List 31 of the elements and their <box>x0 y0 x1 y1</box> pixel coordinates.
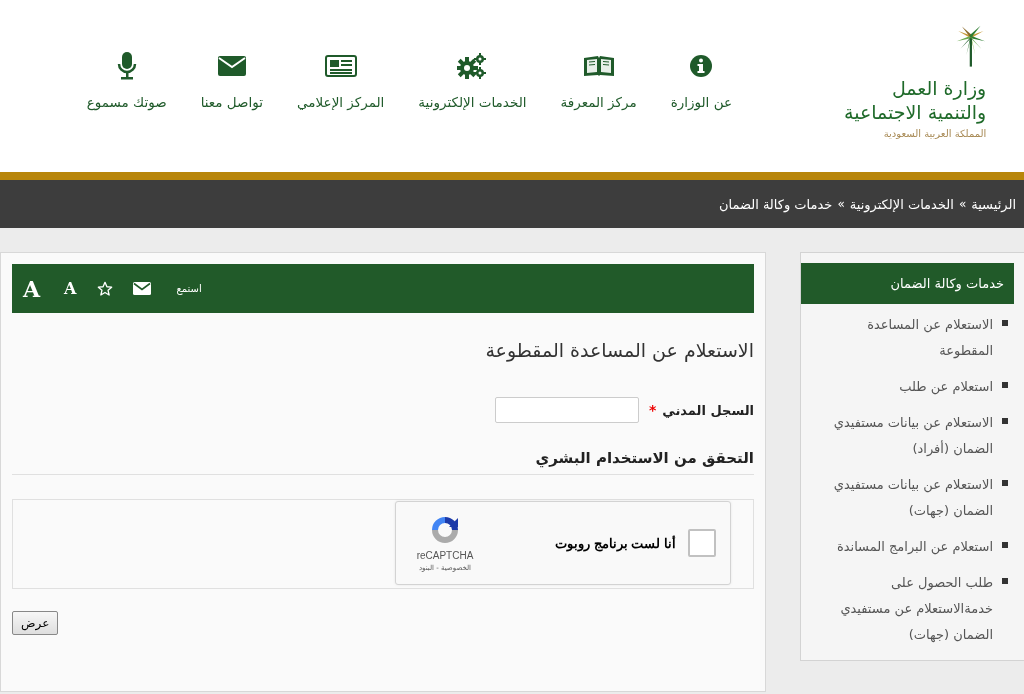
sidebar-link[interactable]: الاستعلام عن بيانات مستفيدي الضمان (جهات) <box>817 472 993 524</box>
listen-link[interactable]: استمع <box>176 283 202 294</box>
field-label: السجل المدني <box>662 402 754 418</box>
sidebar-link[interactable]: طلب الحصول على خدمةالاستعلام عن مستفيدي الضمان (جهات) <box>817 570 993 648</box>
nav-link[interactable]: الخدمات الإلكترونية <box>418 52 527 110</box>
breadcrumb-link[interactable]: الخدمات الإلكترونية <box>849 196 954 212</box>
sidebar-link[interactable]: استعلام عن البرامج المساندة <box>817 534 993 560</box>
nav-link[interactable]: المركز الإعلامي <box>297 52 385 110</box>
nav-link[interactable]: صوتك مسموع <box>86 52 167 110</box>
breadcrumb-separator: » <box>958 197 967 211</box>
section-heading: التحقق من الاستخدام البشري <box>12 449 754 475</box>
sidebar-link[interactable]: الاستعلام عن المساعدة المقطوعة <box>817 312 993 364</box>
increase-font-button[interactable]: A <box>23 275 41 302</box>
sidebar-link[interactable]: استعلام عن طلب <box>817 374 993 400</box>
breadcrumb-link[interactable]: خدمات وكالة الضمان <box>718 196 833 212</box>
sidebar-link[interactable]: الاستعلام عن بيانات مستفيدي الضمان (أفراد) <box>817 410 993 462</box>
recaptcha-label: reCAPTCHA <box>416 550 474 561</box>
ministry-name: والتنمية الاجتماعية <box>844 100 987 124</box>
checkbox-label: أنا لست برنامج روبوت <box>555 535 676 551</box>
country-name: المملكة العربية السعودية <box>883 128 987 139</box>
nav-link[interactable]: تواصل معنا <box>200 52 264 110</box>
nav-link[interactable]: مركز المعرفة <box>560 52 637 110</box>
required-mark: * <box>649 402 657 418</box>
submit-button[interactable]: عرض <box>12 611 59 635</box>
page-title: الاستعلام عن المساعدة المقطوعة <box>484 339 754 361</box>
nav-link[interactable]: عن الوزارة <box>670 52 732 110</box>
ministry-name: وزارة العمل <box>891 76 987 100</box>
sidebar-heading: خدمات وكالة الضمان <box>801 263 1014 304</box>
breadcrumb-link[interactable]: الرئيسية <box>971 196 1016 212</box>
breadcrumb-separator: » <box>837 197 845 211</box>
decrease-font-button[interactable]: A <box>64 279 77 298</box>
